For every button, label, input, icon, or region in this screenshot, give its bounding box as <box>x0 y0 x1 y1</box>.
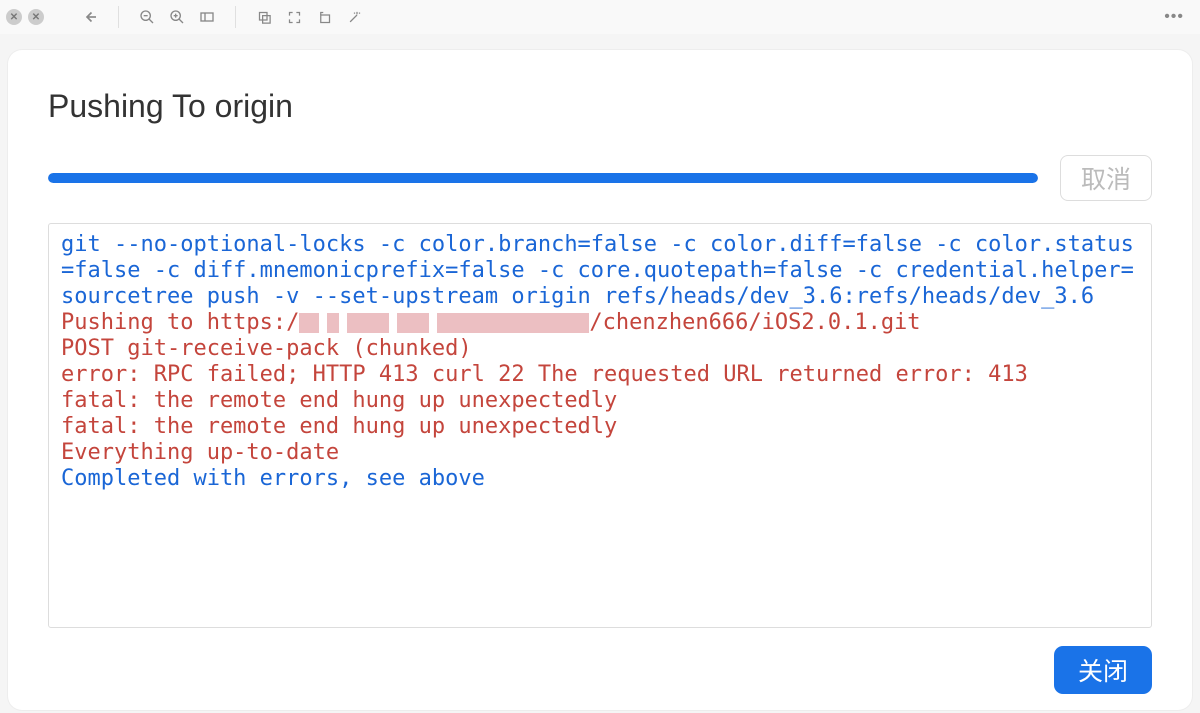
log-completed: Completed with errors, see above <box>61 466 485 491</box>
cancel-button[interactable]: 取消 <box>1060 155 1152 201</box>
log-line: Everything up-to-date <box>61 440 339 465</box>
log-line: fatal: the remote end hung up unexpected… <box>61 388 617 413</box>
log-command: git --no-optional-locks -c color.branch=… <box>61 232 1134 309</box>
redacted-segment <box>299 313 589 333</box>
progress-row: 取消 <box>48 155 1152 201</box>
separator <box>235 6 236 28</box>
separator <box>118 6 119 28</box>
fit-width-button[interactable] <box>193 3 221 31</box>
close-button[interactable]: 关闭 <box>1054 646 1152 694</box>
rotate-button[interactable] <box>310 3 338 31</box>
log-text: /chenzhen666/iOS2.0.1.git <box>589 310 920 335</box>
stop-icon[interactable]: ✕ <box>28 9 44 25</box>
window-controls: ✕ ✕ <box>6 9 44 25</box>
dialog-title: Pushing To origin <box>48 88 1152 125</box>
more-icon[interactable]: ••• <box>1154 8 1194 26</box>
log-line: fatal: the remote end hung up unexpected… <box>61 414 617 439</box>
log-text: Pushing to https:/ <box>61 310 299 335</box>
magic-wand-button[interactable] <box>340 3 368 31</box>
fullscreen-button[interactable] <box>280 3 308 31</box>
copy-button[interactable] <box>250 3 278 31</box>
push-dialog: Pushing To origin 取消 git --no-optional-l… <box>8 50 1192 710</box>
back-button[interactable] <box>76 3 104 31</box>
close-icon[interactable]: ✕ <box>6 9 22 25</box>
log-line: POST git-receive-pack (chunked) <box>61 336 472 361</box>
toolbar: ✕ ✕ <box>0 0 1200 34</box>
log-line: Pushing to https:/ /chenzhen666/iOS2.0.1.… <box>61 310 921 335</box>
zoom-in-button[interactable] <box>163 3 191 31</box>
progress-fill <box>48 173 1038 183</box>
output-log: git --no-optional-locks -c color.branch=… <box>48 223 1152 628</box>
progress-bar <box>48 173 1038 183</box>
log-line: error: RPC failed; HTTP 413 curl 22 The … <box>61 362 1028 387</box>
zoom-out-button[interactable] <box>133 3 161 31</box>
